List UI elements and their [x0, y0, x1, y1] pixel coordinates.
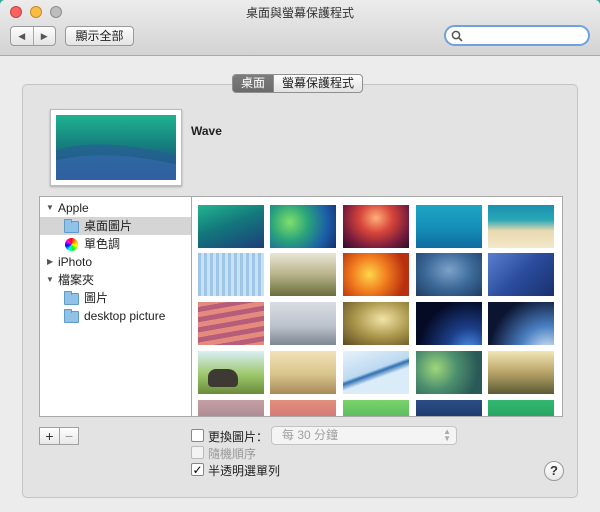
- wallpaper-thumbnail[interactable]: [198, 351, 264, 394]
- wallpaper-thumbnail[interactable]: [343, 351, 409, 394]
- back-button[interactable]: ◀: [11, 27, 33, 45]
- wave-thumbnail: [56, 115, 176, 180]
- sidebar-item-label: 檔案夾: [58, 273, 95, 287]
- folder-icon: [64, 219, 79, 233]
- search-input[interactable]: [466, 28, 584, 43]
- sidebar-item-solid-colors[interactable]: 單色調: [40, 235, 191, 253]
- window-title: 桌面與螢幕保護程式: [245, 6, 354, 20]
- sidebar-item-folders[interactable]: ▼ 檔案夾: [40, 271, 191, 289]
- change-picture-checkbox[interactable]: [191, 429, 204, 442]
- tab-bar: 桌面 螢幕保護程式: [232, 74, 364, 93]
- tab-screensaver[interactable]: 螢幕保護程式: [273, 75, 362, 92]
- wallpaper-thumbnail[interactable]: [488, 351, 554, 394]
- select-arrows-icon: ▼: [443, 434, 451, 443]
- current-picture-name: Wave: [191, 124, 222, 138]
- sidebar-item-label: 單色調: [84, 237, 121, 251]
- search-icon: [451, 30, 463, 42]
- wallpaper-thumbnail[interactable]: [270, 253, 336, 296]
- wallpaper-thumbnail[interactable]: [416, 302, 482, 345]
- disclosure-open-icon[interactable]: ▼: [46, 271, 54, 289]
- wallpaper-thumbnail[interactable]: [488, 400, 554, 416]
- elephant-silhouette: [208, 369, 238, 387]
- sidebar-item-pictures[interactable]: 圖片: [40, 289, 191, 307]
- wallpaper-thumbnail[interactable]: [416, 253, 482, 296]
- wallpaper-thumbnail[interactable]: [270, 205, 336, 248]
- wallpaper-thumbnail[interactable]: [343, 253, 409, 296]
- tab-desktop[interactable]: 桌面: [233, 75, 274, 92]
- wallpaper-thumbnail[interactable]: [488, 302, 554, 345]
- forward-button[interactable]: ▶: [32, 27, 56, 45]
- wallpaper-thumbnail[interactable]: [198, 302, 264, 345]
- wallpaper-thumbnail[interactable]: [488, 253, 554, 296]
- sidebar-item-label: 圖片: [84, 291, 109, 305]
- folder-icon: [64, 309, 79, 323]
- sidebar-item-desktop-pictures[interactable]: 桌面圖片: [40, 217, 191, 235]
- wallpaper-thumbnail[interactable]: [343, 302, 409, 345]
- wallpaper-thumbnail[interactable]: [198, 205, 264, 248]
- wallpaper-thumbnail[interactable]: [198, 253, 264, 296]
- search-field[interactable]: [444, 25, 590, 46]
- interval-value: 每 30 分鐘: [282, 428, 339, 442]
- folder-icon: [64, 291, 79, 305]
- wallpaper-thumbnail[interactable]: [488, 205, 554, 248]
- wallpaper-thumbnail[interactable]: [343, 400, 409, 416]
- wallpaper-thumbnail[interactable]: [416, 400, 482, 416]
- wallpaper-thumbnail[interactable]: [343, 205, 409, 248]
- translucent-menu-bar-checkbox[interactable]: ✓: [191, 463, 204, 476]
- sidebar-item-label: Apple: [58, 201, 89, 215]
- sidebar-item-label: desktop picture: [84, 309, 166, 323]
- wallpaper-thumbnail[interactable]: [416, 205, 482, 248]
- wallpaper-thumbnail[interactable]: [270, 351, 336, 394]
- show-all-button[interactable]: 顯示全部: [65, 26, 134, 46]
- add-folder-button[interactable]: +: [40, 428, 59, 444]
- current-picture-preview: [50, 109, 182, 186]
- sidebar-item-iphoto[interactable]: ▶ iPhoto: [40, 253, 191, 271]
- random-order-label: 隨機順序: [208, 447, 257, 461]
- wallpaper-thumbnail[interactable]: [416, 351, 482, 394]
- sidebar-item-label: iPhoto: [58, 255, 93, 269]
- translucent-menu-bar-label: 半透明選單列: [208, 464, 281, 478]
- remove-folder-button[interactable]: −: [59, 428, 78, 444]
- help-button[interactable]: ?: [544, 461, 564, 481]
- disclosure-closed-icon[interactable]: ▶: [47, 253, 53, 271]
- interval-select[interactable]: 每 30 分鐘 ▲ ▼: [271, 426, 457, 445]
- random-order-checkbox[interactable]: [191, 446, 204, 459]
- change-picture-label: 更換圖片：: [208, 430, 269, 444]
- titlebar: 桌面與螢幕保護程式 ◀ ▶ 顯示全部: [0, 0, 600, 56]
- wallpaper-grid: [192, 196, 563, 417]
- sidebar-item-apple[interactable]: ▼ Apple: [40, 199, 191, 217]
- folder-add-remove-control: + −: [39, 427, 79, 445]
- source-list: ▼ Apple 桌面圖片 單色調 ▶ iPhoto ▼ 檔案夾 圖片 deskt…: [39, 196, 192, 417]
- wallpaper-thumbnail[interactable]: [270, 400, 336, 416]
- preferences-window: 桌面與螢幕保護程式 ◀ ▶ 顯示全部 桌面 螢幕保護程式 Wave ▼ Appl…: [0, 0, 600, 512]
- wallpaper-thumbnail[interactable]: [270, 302, 336, 345]
- color-wheel-icon: [65, 238, 78, 251]
- sidebar-item-label: 桌面圖片: [84, 219, 133, 233]
- disclosure-open-icon[interactable]: ▼: [46, 199, 54, 217]
- sidebar-item-desktop-picture[interactable]: desktop picture: [40, 307, 191, 325]
- wallpaper-thumbnail[interactable]: [198, 400, 264, 416]
- back-forward-control: ◀ ▶: [10, 26, 56, 46]
